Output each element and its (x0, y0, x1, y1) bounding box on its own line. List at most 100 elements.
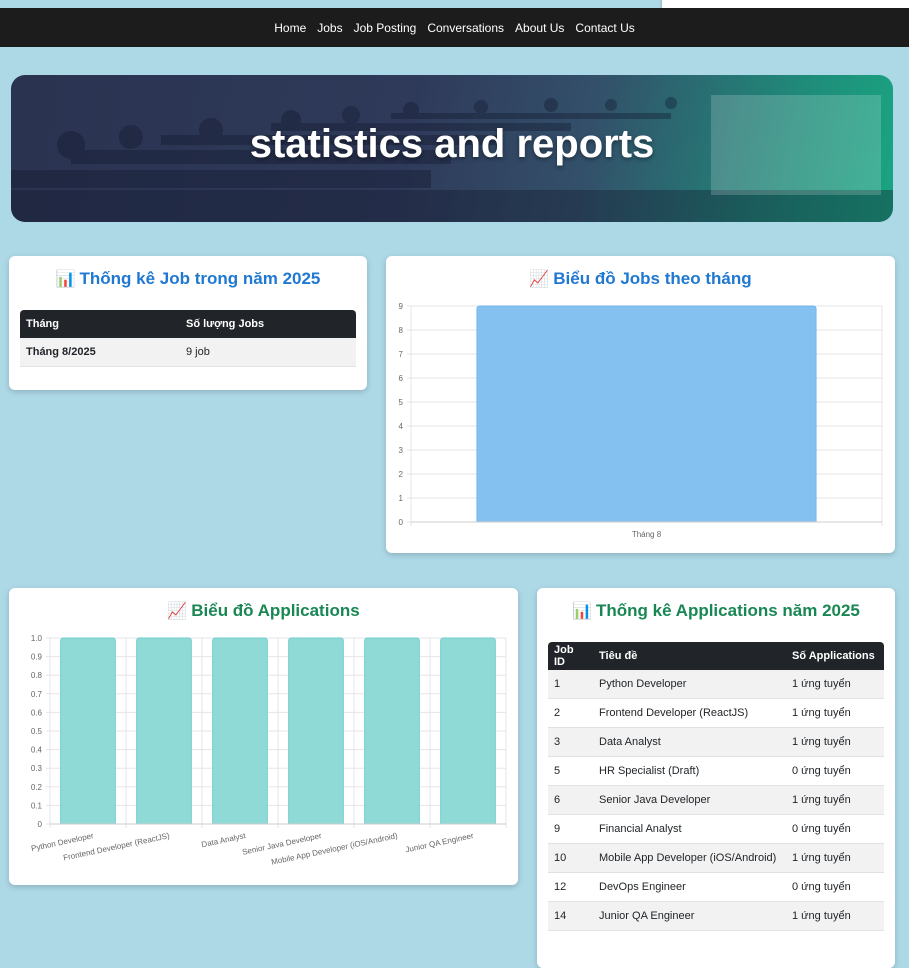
applications-cell: 1 ứng tuyển (786, 727, 884, 757)
column-header-title: Tiêu đề (593, 642, 786, 670)
hero-banner: statistics and reports (11, 75, 893, 222)
job-stats-table: Tháng Số lượng Jobs Tháng 8/2025 9 job (20, 310, 356, 367)
y-tick-label: 3 (399, 446, 404, 455)
nav-about-us[interactable]: About Us (515, 21, 564, 35)
count-cell: 9 job (180, 338, 356, 367)
bar-chart-icon: 📊 (572, 603, 593, 620)
bar-chart-icon: 📊 (55, 271, 76, 288)
app-stats-table: Job ID Tiêu đề Số Applications 1 Python D… (548, 642, 884, 931)
y-tick-label: 0.4 (31, 746, 43, 755)
table-row: 5 HR Specialist (Draft) 0 ứng tuyển (548, 756, 884, 786)
nav-job-posting[interactable]: Job Posting (354, 21, 417, 35)
x-tick-label: Mobile App Developer (iOS/Android) (270, 831, 398, 867)
table-row: 12 DevOps Engineer 0 ứng tuyển (548, 872, 884, 902)
nav-conversations[interactable]: Conversations (427, 21, 504, 35)
job-id-cell: 3 (548, 727, 593, 757)
apps-chart-card: 📈 Biểu đồ Applications 0 0.1 0.2 0.3 0.4 0.5 0.… (9, 588, 518, 885)
job-id-cell: 14 (548, 901, 593, 931)
column-header-job-count: Số lượng Jobs (180, 310, 356, 338)
month-cell: Tháng 8/2025 (20, 338, 180, 367)
y-tick-label: 5 (399, 398, 404, 407)
table-row: 3 Data Analyst 1 ứng tuyển (548, 727, 884, 757)
table-row: 2 Frontend Developer (ReactJS) 1 ứng tuyển (548, 698, 884, 728)
y-tick-label: 7 (399, 350, 404, 359)
app-stats-title-text: Thống kê Applications năm 2025 (596, 601, 860, 620)
bar (288, 637, 344, 825)
bar (212, 637, 268, 825)
job-title-cell: Senior Java Developer (593, 785, 786, 815)
job-id-cell: 9 (548, 814, 593, 844)
bar (60, 637, 116, 825)
job-id-cell: 12 (548, 872, 593, 902)
table-row: 1 Python Developer 1 ứng tuyển (548, 670, 884, 699)
table-row: 10 Mobile App Developer (iOS/Android) 1 ứn… (548, 843, 884, 873)
y-tick-label: 0 (399, 518, 404, 527)
bar (136, 637, 192, 825)
nav-home[interactable]: Home (274, 21, 306, 35)
y-tick-label: 0.9 (31, 653, 43, 662)
y-tick-label: 0.7 (31, 690, 43, 699)
y-tick-label: 0.6 (31, 708, 43, 717)
column-header-month: Tháng (20, 310, 180, 338)
nav-contact-us[interactable]: Contact Us (575, 21, 634, 35)
applications-bar-chart: 00.10.20.30.40.50.60.70.80.91.0Python De… (30, 634, 507, 867)
applications-cell: 1 ứng tuyển (786, 901, 884, 931)
chart-increasing-icon: 📈 (529, 271, 550, 288)
apps-chart-title: 📈 Biểu đồ Applications (9, 588, 518, 621)
x-tick-label: Data Analyst (201, 831, 248, 849)
job-title-cell: Data Analyst (593, 727, 786, 757)
table-row: 14 Junior QA Engineer 1 ứng tuyển (548, 901, 884, 931)
y-tick-label: 9 (399, 302, 404, 311)
column-header-applications: Số Applications (786, 642, 884, 670)
bar (476, 305, 817, 523)
y-tick-label: 4 (399, 422, 404, 431)
jobs-chart-card: 📈 Biểu đồ Jobs theo tháng 0 1 2 3 4 5 6 7 8 9 Tháng… (386, 256, 895, 553)
y-tick-label: 0.3 (31, 764, 43, 773)
job-stats-title-text: Thống kê Job trong năm 2025 (79, 269, 321, 288)
job-id-cell: 2 (548, 698, 593, 728)
column-header-job-id: Job ID (548, 642, 593, 670)
bar (440, 637, 496, 825)
table-row: Tháng 8/2025 9 job (20, 338, 356, 367)
applications-cell: 0 ứng tuyển (786, 756, 884, 786)
job-title-cell: HR Specialist (Draft) (593, 756, 786, 786)
y-tick-label: 0.8 (31, 671, 43, 680)
jobs-chart-title: 📈 Biểu đồ Jobs theo tháng (386, 256, 895, 289)
app-stats-card: 📊 Thống kê Applications năm 2025 Job ID T… (537, 588, 895, 968)
applications-cell: 1 ứng tuyển (786, 785, 884, 815)
y-tick-label: 0.5 (31, 727, 43, 736)
page-title: statistics and reports (249, 122, 655, 166)
applications-cell: 0 ứng tuyển (786, 872, 884, 902)
job-id-cell: 5 (548, 756, 593, 786)
job-title-cell: Junior QA Engineer (593, 901, 786, 931)
job-id-cell: 10 (548, 843, 593, 873)
job-id-cell: 6 (548, 785, 593, 815)
applications-cell: 1 ứng tuyển (786, 698, 884, 728)
y-tick-label: 0.1 (31, 801, 43, 810)
apps-chart-title-text: Biểu đồ Applications (191, 601, 360, 620)
jobs-bar-chart: 0 1 2 3 4 5 6 7 8 9 Tháng 8 (399, 302, 883, 539)
chart-increasing-icon: 📈 (167, 603, 188, 620)
y-tick-label: 2 (399, 470, 404, 479)
y-tick-label: 8 (399, 326, 404, 335)
y-tick-label: 1.0 (31, 634, 43, 643)
applications-cell: 0 ứng tuyển (786, 814, 884, 844)
nav-jobs[interactable]: Jobs (317, 21, 342, 35)
y-tick-label: 0.2 (31, 783, 43, 792)
x-tick-label: Junior QA Engineer (405, 831, 475, 854)
applications-cell: 1 ứng tuyển (786, 670, 884, 699)
app-stats-title: 📊 Thống kê Applications năm 2025 (537, 588, 895, 621)
job-title-cell: Financial Analyst (593, 814, 786, 844)
job-title-cell: DevOps Engineer (593, 872, 786, 902)
job-stats-title: 📊 Thống kê Job trong năm 2025 (9, 256, 367, 289)
bar (364, 637, 420, 825)
x-tick-label: Tháng 8 (632, 530, 662, 539)
job-id-cell: 1 (548, 670, 593, 699)
job-title-cell: Python Developer (593, 670, 786, 699)
job-title-cell: Mobile App Developer (iOS/Android) (593, 843, 786, 873)
table-row: 9 Financial Analyst 0 ứng tuyển (548, 814, 884, 844)
navbar: Home Jobs Job Posting Conversations Abou… (0, 8, 909, 47)
table-row: 6 Senior Java Developer 1 ứng tuyển (548, 785, 884, 815)
y-tick-label: 6 (399, 374, 404, 383)
job-stats-card: 📊 Thống kê Job trong năm 2025 Tháng Số lư… (9, 256, 367, 390)
